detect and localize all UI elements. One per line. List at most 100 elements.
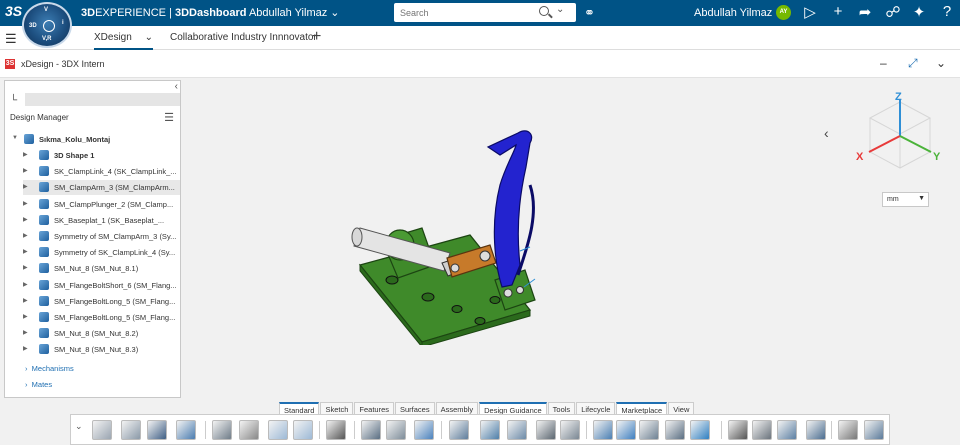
pan-icon[interactable]: [616, 420, 636, 440]
material-icon[interactable]: [560, 420, 580, 440]
mates-link[interactable]: › Mates: [25, 380, 52, 389]
cube-icon[interactable]: [449, 420, 469, 440]
expand-icon[interactable]: ▶: [23, 297, 28, 304]
add-icon[interactable]: +: [829, 3, 847, 20]
mechanisms-link[interactable]: › Mechanisms: [25, 364, 74, 373]
user-name[interactable]: Abdullah Yilmaz: [694, 7, 772, 19]
part-icon: [39, 312, 49, 322]
tree-icon[interactable]: └: [10, 95, 17, 106]
expand-icon[interactable]: ▶: [23, 183, 28, 190]
screenshot-icon[interactable]: [864, 420, 884, 440]
tree-item[interactable]: ▶ SM_Nut_8 (SM_Nut_8.3): [23, 342, 180, 357]
expand-icon[interactable]: ▶: [23, 216, 28, 223]
tree-root[interactable]: ▼ Sıkma_Kolu_Montaj: [12, 132, 180, 147]
search-icon[interactable]: [539, 6, 549, 16]
restore-icon[interactable]: ⤢: [908, 56, 918, 71]
chevron-down-icon[interactable]: ⌄: [936, 56, 946, 70]
dimension-icon[interactable]: [414, 420, 434, 440]
separator: [586, 421, 587, 439]
tab-xdesign[interactable]: XDesign ⌄: [94, 32, 153, 50]
tree-item[interactable]: ▶ SM_ClampPlunger_2 (SM_Clamp...: [23, 197, 180, 212]
expand-icon[interactable]: ▶: [23, 200, 28, 207]
app-brand: 3DEXPERIENCE | 3DDashboard Abdullah Yilm…: [81, 7, 340, 19]
sketch-icon[interactable]: [361, 420, 381, 440]
panel-header-field[interactable]: [25, 93, 180, 106]
chevron-down-icon[interactable]: ⌄: [330, 7, 339, 19]
tree-item-label: SK_ClampLink_4 (SK_ClampLink_...: [54, 167, 177, 177]
new-part-icon[interactable]: [92, 420, 112, 440]
view-cube-icon[interactable]: [690, 420, 710, 440]
render-icon[interactable]: [536, 420, 556, 440]
expand-icon[interactable]: ▶: [23, 345, 28, 352]
chevron-down-icon[interactable]: ⌄: [75, 421, 83, 432]
undo-icon[interactable]: [268, 420, 288, 440]
tree-item[interactable]: ▶ SM_FlangeBoltLong_5 (SM_Flang...: [23, 294, 180, 309]
expand-icon[interactable]: ▶: [23, 329, 28, 336]
search-box[interactable]: ⌄: [394, 3, 576, 22]
measure-icon[interactable]: [777, 420, 797, 440]
chart-icon[interactable]: [480, 420, 500, 440]
tree-item-label: Symmetry of SK_ClampLink_4 (Sy...: [54, 248, 176, 258]
axis-triad[interactable]: Z X Y: [855, 90, 945, 175]
expand-icon[interactable]: ▶: [23, 232, 28, 239]
expand-icon[interactable]: ▶: [23, 167, 28, 174]
help-icon[interactable]: [326, 420, 346, 440]
rotate-icon[interactable]: [639, 420, 659, 440]
assembly-model[interactable]: [330, 125, 560, 345]
tree-item[interactable]: ▶ 3D Shape 1: [23, 148, 180, 163]
add-tab-icon[interactable]: +: [312, 28, 321, 46]
tools-icon[interactable]: ✦: [910, 3, 928, 21]
save-icon[interactable]: [147, 420, 167, 440]
hand-icon[interactable]: [838, 420, 858, 440]
chevron-left-icon[interactable]: ‹: [824, 125, 829, 141]
stack-icon[interactable]: [507, 420, 527, 440]
redo-icon[interactable]: [293, 420, 313, 440]
fit-icon[interactable]: [665, 420, 685, 440]
eye-icon[interactable]: [728, 420, 748, 440]
search-input[interactable]: [400, 6, 530, 19]
chevron-down-icon[interactable]: ⌄: [556, 4, 564, 15]
sidebar-toggle-icon[interactable]: ☰: [5, 31, 17, 47]
expand-icon[interactable]: ▼: [12, 135, 18, 141]
network-icon[interactable]: ☍: [884, 3, 902, 21]
chevron-down-icon[interactable]: ⌄: [145, 32, 153, 43]
share-icon[interactable]: ➦: [856, 3, 874, 21]
expand-icon[interactable]: ▶: [23, 281, 28, 288]
tree-item[interactable]: ▶ SM_FlangeBoltShort_6 (SM_Flang...: [23, 278, 180, 293]
copy-icon[interactable]: [212, 420, 232, 440]
expand-icon[interactable]: ▶: [23, 264, 28, 271]
unit-select[interactable]: mm ▼: [882, 192, 929, 207]
gear-icon[interactable]: [239, 420, 259, 440]
avatar[interactable]: AY: [776, 5, 791, 20]
open-icon[interactable]: [121, 420, 141, 440]
tree-item[interactable]: ▶ SM_Nut_8 (SM_Nut_8.1): [23, 261, 180, 276]
share-play-icon[interactable]: ▷: [801, 3, 819, 21]
tree-item-label: SM_FlangeBoltShort_6 (SM_Flang...: [54, 280, 177, 290]
expand-icon[interactable]: ▶: [23, 248, 28, 255]
tree-item[interactable]: ▶ SM_Nut_8 (SM_Nut_8.2): [23, 326, 180, 341]
compass-label-right: i: [62, 20, 64, 26]
ds-logo[interactable]: 3S: [5, 3, 22, 19]
tree-item[interactable]: ▶ SK_ClampLink_4 (SK_ClampLink_...: [23, 164, 180, 179]
hole: [385, 275, 399, 285]
collapse-panel-icon[interactable]: ‹: [175, 81, 178, 92]
minimize-icon[interactable]: –: [880, 56, 887, 70]
section-icon[interactable]: [806, 420, 826, 440]
tab-collaborative[interactable]: Collaborative Industry Innnovator: [170, 32, 317, 43]
menu-icon[interactable]: ☰: [164, 111, 174, 124]
lock-icon[interactable]: [752, 420, 772, 440]
expand-icon[interactable]: ▶: [23, 151, 28, 158]
part-icon: [39, 166, 49, 177]
tree-item[interactable]: ▶ Symmetry of SM_ClampArm_3 (Sy...: [23, 229, 180, 244]
tree-item[interactable]: ▶ SK_Baseplat_1 (SK_Baseplat_...: [23, 213, 180, 228]
settings-icon[interactable]: [176, 420, 196, 440]
zoom-icon[interactable]: [593, 420, 613, 440]
tree-item[interactable]: ▶ Symmetry of SK_ClampLink_4 (Sy...: [23, 245, 180, 260]
expand-icon[interactable]: ▶: [23, 313, 28, 320]
help-icon[interactable]: ?: [938, 3, 956, 20]
tag-icon[interactable]: ⚭: [584, 5, 595, 21]
tree-item[interactable]: ▶ SM_FlangeBoltLong_5 (SM_Flang...: [23, 310, 180, 325]
tree-item[interactable]: ▶ SM_ClampArm_3 (SM_ClampArm...: [23, 180, 180, 196]
compass-button[interactable]: V 3D i V,R: [22, 2, 72, 48]
pad-icon[interactable]: [386, 420, 406, 440]
